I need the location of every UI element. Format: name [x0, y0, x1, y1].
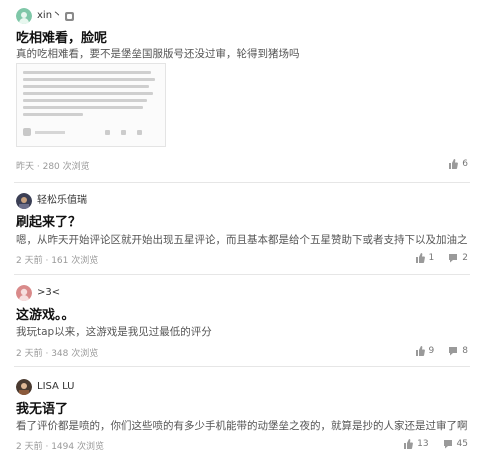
comment-actions: 13 45: [389, 439, 468, 449]
avatar[interactable]: [16, 285, 32, 301]
comment-user[interactable]: xin丶: [16, 8, 75, 24]
comment-time: 2 天前: [16, 442, 43, 452]
thumbs-up-icon: [404, 439, 414, 449]
comment-title[interactable]: 这游戏。。: [16, 304, 75, 323]
comment-time: 2 天前: [16, 256, 43, 266]
comment-card[interactable]: 轻松乐值瑞 刷起来了？ 嗯，从昨天开始评论区就开始出现五星评论，而且基本都是给个…: [0, 183, 480, 274]
comment-meta: 2 天前 · 348 次浏览: [16, 349, 99, 359]
comment-meta: 2 天前 · 161 次浏览: [16, 256, 99, 266]
attached-screenshot[interactable]: [16, 63, 166, 147]
view-count: 1494 次浏览: [51, 442, 104, 452]
comment-user[interactable]: 轻松乐值瑞: [16, 193, 87, 209]
comment-title[interactable]: 吃相难看，脸呢: [16, 27, 107, 46]
comment-body[interactable]: 我玩tap以来，这游戏是我见过最低的评分: [16, 324, 212, 339]
avatar[interactable]: [16, 8, 32, 24]
comment-body[interactable]: 嗯，从昨天开始评论区就开始出现五星评论，而且基本都是给个五星赞助下或者支持下以及…: [16, 232, 468, 247]
comment-title[interactable]: 我无语了: [16, 398, 68, 417]
comment-user[interactable]: LISA LU: [16, 379, 74, 395]
comment-card[interactable]: xin丶 吃相难看，脸呢 真的吃相难看，要不是堡垒国服版号还没过审，轮得到猪场吗…: [0, 0, 480, 182]
like-button[interactable]: 6: [448, 159, 468, 169]
like-button[interactable]: 9: [415, 346, 435, 356]
comment-actions: 1 2: [401, 253, 468, 263]
comment-body[interactable]: 看了评价都是喷的，你们这些喷的有多少手机能带的动堡垒之夜的，就算是抄的人家还是过…: [16, 418, 468, 433]
comment-bubble-icon: [449, 347, 458, 356]
comment-button[interactable]: 2: [448, 253, 468, 263]
comment-button[interactable]: 45: [443, 439, 468, 449]
comment-button[interactable]: 8: [448, 346, 468, 356]
view-count: 161 次浏览: [51, 256, 99, 266]
thumbs-up-icon: [415, 253, 425, 263]
view-count: 280 次浏览: [42, 162, 90, 172]
view-count: 348 次浏览: [51, 349, 99, 359]
like-count: 1: [428, 253, 435, 263]
comment-card[interactable]: LISA LU 我无语了 看了评价都是喷的，你们这些喷的有多少手机能带的动堡垒之…: [0, 367, 480, 463]
like-count: 6: [462, 159, 468, 169]
comment-meta: 昨天 · 280 次浏览: [16, 162, 90, 172]
comment-time: 昨天: [16, 162, 35, 172]
username[interactable]: xin丶: [37, 8, 62, 24]
avatar[interactable]: [16, 379, 32, 395]
avatar[interactable]: [16, 193, 32, 209]
thumbs-up-icon: [449, 159, 459, 169]
thumbs-up-icon: [415, 346, 425, 356]
badge-icon: [65, 11, 75, 21]
comment-count: 8: [462, 346, 468, 356]
like-button[interactable]: 13: [403, 439, 429, 449]
comment-user[interactable]: >3<: [16, 285, 60, 301]
like-button[interactable]: 1: [415, 253, 435, 263]
comment-meta: 2 天前 · 1494 次浏览: [16, 442, 104, 452]
comment-time: 2 天前: [16, 349, 43, 359]
comment-actions: 6: [434, 159, 468, 169]
username[interactable]: 轻松乐值瑞: [37, 193, 87, 209]
comment-count: 2: [462, 253, 468, 263]
comment-bubble-icon: [449, 254, 458, 263]
username[interactable]: LISA LU: [37, 379, 74, 395]
like-count: 9: [428, 346, 435, 356]
comment-card[interactable]: >3< 这游戏。。 我玩tap以来，这游戏是我见过最低的评分 2 天前 · 34…: [0, 275, 480, 366]
comment-bubble-icon: [443, 440, 452, 449]
comment-count: 45: [456, 439, 468, 449]
comment-title[interactable]: 刷起来了？: [16, 211, 81, 230]
comment-actions: 9 8: [401, 346, 468, 356]
username[interactable]: >3<: [37, 285, 60, 301]
comment-body[interactable]: 真的吃相难看，要不是堡垒国服版号还没过审，轮得到猪场吗: [16, 46, 300, 61]
like-count: 13: [417, 439, 429, 449]
review-feed: xin丶 吃相难看，脸呢 真的吃相难看，要不是堡垒国服版号还没过审，轮得到猪场吗…: [0, 0, 480, 463]
